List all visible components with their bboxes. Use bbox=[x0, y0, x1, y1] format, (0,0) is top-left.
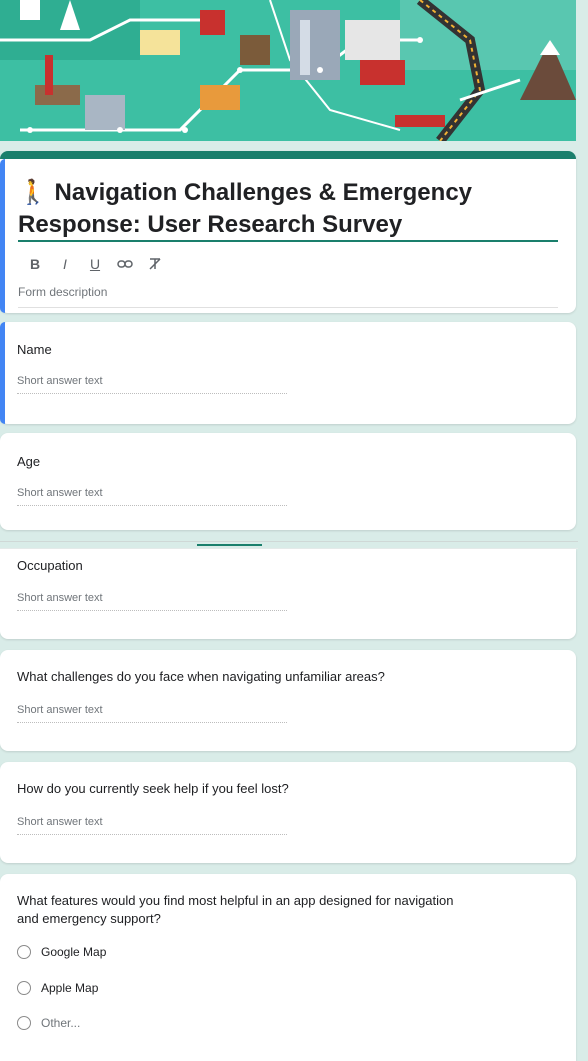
underline-button[interactable]: U bbox=[80, 253, 110, 275]
short-answer-field[interactable]: Short answer text bbox=[17, 704, 287, 723]
title-underline bbox=[18, 240, 558, 242]
question-card-challenges[interactable]: What challenges do you face when navigat… bbox=[0, 650, 576, 751]
form-title-card: 🚶 Navigation Challenges & Emergency Resp… bbox=[0, 151, 576, 313]
question-label: How do you currently seek help if you fe… bbox=[17, 781, 289, 796]
option-label: Other... bbox=[41, 1016, 81, 1030]
radio-circle-icon[interactable] bbox=[17, 981, 31, 995]
short-answer-field[interactable]: Short answer text bbox=[17, 592, 287, 611]
question-card-seek-help[interactable]: How do you currently seek help if you fe… bbox=[0, 762, 576, 863]
active-card-accent bbox=[0, 159, 5, 313]
italic-button[interactable]: I bbox=[50, 253, 80, 275]
radio-option-other[interactable]: Other... bbox=[17, 1016, 80, 1030]
question-card-age[interactable]: Age Short answer text bbox=[0, 433, 576, 530]
divider bbox=[0, 541, 578, 542]
question-label: Name bbox=[17, 342, 52, 357]
bold-button[interactable]: B bbox=[20, 253, 50, 275]
radio-option-google-map[interactable]: Google Map bbox=[17, 945, 106, 959]
question-card-occupation[interactable]: Occupation Short answer text bbox=[0, 549, 576, 639]
short-answer-field[interactable]: Short answer text bbox=[17, 375, 287, 394]
question-label: What features would you find most helpfu… bbox=[17, 893, 454, 926]
form-description-input[interactable]: Form description bbox=[18, 285, 558, 308]
radio-option-apple-map[interactable]: Apple Map bbox=[17, 981, 98, 995]
question-label: Age bbox=[17, 454, 41, 469]
question-card-features[interactable]: What features would you find most helpfu… bbox=[0, 874, 576, 1061]
option-label: Apple Map bbox=[41, 981, 99, 995]
clear-format-icon bbox=[149, 258, 161, 270]
radio-circle-icon[interactable] bbox=[17, 945, 31, 959]
option-label: Google Map bbox=[41, 945, 107, 959]
clear-format-button[interactable] bbox=[140, 253, 170, 275]
drag-handle[interactable] bbox=[197, 544, 262, 546]
short-answer-field[interactable]: Short answer text bbox=[17, 816, 287, 835]
active-card-accent bbox=[0, 322, 5, 424]
link-icon bbox=[117, 260, 133, 268]
link-button[interactable] bbox=[110, 253, 140, 275]
question-label: Occupation bbox=[17, 558, 83, 573]
short-answer-field[interactable]: Short answer text bbox=[17, 487, 287, 506]
question-label: What challenges do you face when navigat… bbox=[17, 669, 385, 684]
radio-circle-icon[interactable] bbox=[17, 1016, 31, 1030]
format-toolbar: B I U bbox=[20, 253, 170, 275]
question-card-name[interactable]: Name Short answer text bbox=[0, 322, 576, 424]
form-title[interactable]: 🚶 Navigation Challenges & Emergency Resp… bbox=[18, 177, 558, 241]
header-banner-image bbox=[0, 0, 576, 141]
